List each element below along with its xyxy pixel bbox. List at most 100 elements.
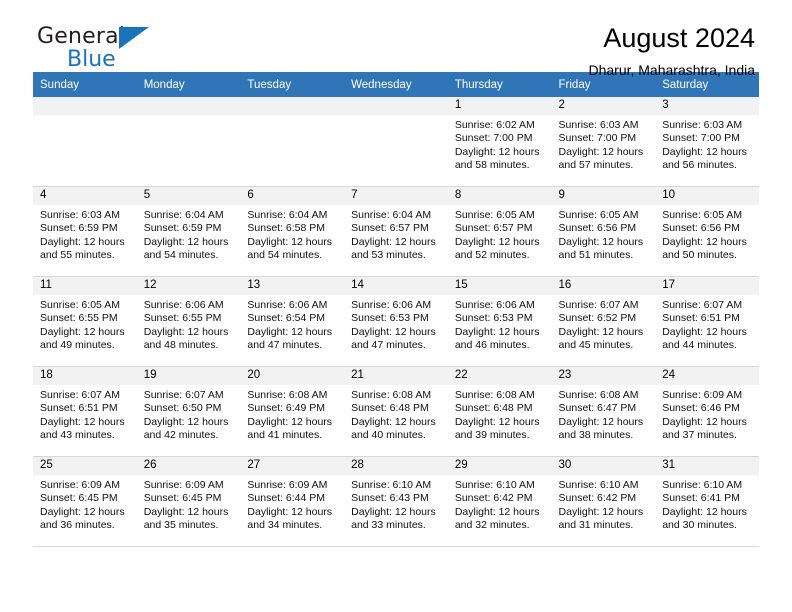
day-number [240, 97, 345, 115]
day-daylight-2-text: and 46 minutes. [454, 339, 530, 352]
day-daylight-2-text: and 37 minutes. [662, 429, 737, 442]
calendar-day-cell[interactable]: 15 Sunrise: 6:06 AM Sunset: 6:53 PM Dayligh… [447, 276, 552, 367]
day-sunrise-text: Sunrise: 6:07 AM [143, 389, 224, 401]
calendar-day-cell[interactable]: 23 Sunrise: 6:08 AM Sunset: 6:47 PM Dayligh… [551, 366, 656, 457]
calendar-day-cell[interactable]: 6 Sunrise: 6:04 AM Sunset: 6:58 PM Daylight… [240, 186, 345, 277]
day-sunrise-text: Sunrise: 6:10 AM [558, 479, 639, 491]
calendar-day-cell[interactable]: 14 Sunrise: 6:06 AM Sunset: 6:53 PM Dayligh… [344, 276, 448, 367]
calendar-day-cell[interactable]: 31 Sunrise: 6:10 AM Sunset: 6:41 PM Dayligh… [655, 456, 759, 547]
day-sunset-text: Sunset: 6:43 PM [351, 492, 429, 505]
calendar-cell-empty [240, 97, 345, 187]
day-sunrise-text: Sunrise: 6:10 AM [454, 479, 535, 491]
calendar-day-cell[interactable]: 11 Sunrise: 6:05 AM Sunset: 6:55 PM Dayligh… [33, 276, 137, 367]
day-sunrise-text: Sunrise: 6:07 AM [662, 299, 743, 311]
day-number: 18 [33, 367, 137, 385]
brand-name-general: General [37, 24, 126, 49]
day-sunset-text: Sunset: 6:51 PM [662, 312, 740, 325]
day-details: Sunrise: 6:06 AM Sunset: 6:53 PM Daylight:… [344, 295, 448, 353]
calendar-day-cell[interactable]: 25 Sunrise: 6:09 AM Sunset: 6:45 PM Dayligh… [33, 456, 137, 547]
day-daylight-2-text: and 30 minutes. [662, 519, 737, 532]
calendar-day-cell[interactable]: 18 Sunrise: 6:07 AM Sunset: 6:51 PM Dayligh… [33, 366, 137, 457]
calendar-day-cell[interactable]: 17 Sunrise: 6:07 AM Sunset: 6:51 PM Dayligh… [655, 276, 759, 367]
day-sunrise-text: Sunrise: 6:03 AM [662, 119, 743, 131]
day-daylight-1-text: Daylight: 12 hours [247, 505, 333, 518]
brand-logo[interactable]: General Blue [37, 26, 257, 76]
calendar-day-cell[interactable]: 22 Sunrise: 6:08 AM Sunset: 6:48 PM Dayligh… [447, 366, 552, 457]
day-daylight-2-text: and 50 minutes. [662, 249, 737, 262]
day-sunrise-text: Sunrise: 6:08 AM [454, 389, 535, 401]
day-number: 23 [551, 367, 656, 385]
day-sunset-text: Sunset: 6:49 PM [247, 402, 326, 415]
day-details: Sunrise: 6:04 AM Sunset: 6:58 PM Daylight:… [240, 205, 344, 263]
day-sunrise-text: Sunrise: 6:04 AM [351, 209, 432, 221]
calendar-day-cell[interactable]: 27 Sunrise: 6:09 AM Sunset: 6:44 PM Dayligh… [240, 456, 345, 547]
day-sunrise-text: Sunrise: 6:06 AM [143, 299, 224, 311]
day-daylight-1-text: Daylight: 12 hours [40, 415, 125, 428]
calendar-day-cell[interactable]: 5 Sunrise: 6:04 AM Sunset: 6:59 PM Daylight… [136, 186, 241, 277]
day-daylight-1-text: Daylight: 12 hours [351, 235, 436, 248]
calendar-day-cell[interactable]: 16 Sunrise: 6:07 AM Sunset: 6:52 PM Dayligh… [551, 276, 656, 367]
day-daylight-1-text: Daylight: 12 hours [351, 325, 436, 338]
day-details: Sunrise: 6:08 AM Sunset: 6:48 PM Daylight:… [344, 385, 448, 443]
calendar-day-cell[interactable]: 28 Sunrise: 6:10 AM Sunset: 6:43 PM Dayligh… [344, 456, 448, 547]
day-sunrise-text: Sunrise: 6:06 AM [351, 299, 432, 311]
day-sunrise-text: Sunrise: 6:03 AM [40, 209, 120, 221]
day-details: Sunrise: 6:10 AM Sunset: 6:42 PM Daylight:… [552, 475, 656, 533]
day-daylight-2-text: and 53 minutes. [351, 249, 426, 262]
calendar-day-cell[interactable]: 13 Sunrise: 6:06 AM Sunset: 6:54 PM Dayligh… [240, 276, 345, 367]
calendar-day-cell[interactable]: 10 Sunrise: 6:05 AM Sunset: 6:56 PM Dayligh… [655, 186, 759, 277]
day-details: Sunrise: 6:08 AM Sunset: 6:47 PM Daylight:… [552, 385, 656, 443]
day-details: Sunrise: 6:05 AM Sunset: 6:55 PM Daylight:… [33, 295, 137, 353]
day-number: 1 [447, 97, 552, 115]
day-daylight-1-text: Daylight: 12 hours [40, 325, 125, 338]
calendar-week-row: 25 Sunrise: 6:09 AM Sunset: 6:45 PM Dayligh… [33, 456, 759, 547]
day-details: Sunrise: 6:06 AM Sunset: 6:55 PM Daylight:… [137, 295, 241, 353]
calendar-day-cell[interactable]: 8 Sunrise: 6:05 AM Sunset: 6:57 PM Daylight… [447, 186, 552, 277]
day-sunrise-text: Sunrise: 6:05 AM [558, 209, 639, 221]
day-details: Sunrise: 6:08 AM Sunset: 6:49 PM Daylight:… [240, 385, 344, 443]
calendar-day-cell[interactable]: 3 Sunrise: 6:03 AM Sunset: 7:00 PM Daylight… [655, 97, 759, 187]
day-details: Sunrise: 6:04 AM Sunset: 6:59 PM Daylight:… [137, 205, 241, 263]
day-daylight-2-text: and 33 minutes. [351, 519, 426, 532]
calendar-day-cell[interactable]: 2 Sunrise: 6:03 AM Sunset: 7:00 PM Daylight… [551, 97, 656, 187]
day-sunset-text: Sunset: 6:54 PM [247, 312, 326, 325]
day-details: Sunrise: 6:02 AM Sunset: 7:00 PM Daylight:… [448, 115, 552, 173]
calendar-day-cell[interactable]: 4 Sunrise: 6:03 AM Sunset: 6:59 PM Daylight… [33, 186, 137, 277]
day-sunset-text: Sunset: 6:47 PM [558, 402, 637, 415]
brand-name-blue: Blue [67, 47, 116, 72]
day-number: 14 [344, 277, 448, 295]
day-daylight-2-text: and 54 minutes. [247, 249, 323, 262]
calendar-day-cell[interactable]: 21 Sunrise: 6:08 AM Sunset: 6:48 PM Dayligh… [344, 366, 448, 457]
day-daylight-1-text: Daylight: 12 hours [662, 145, 747, 158]
calendar-day-cell[interactable]: 9 Sunrise: 6:05 AM Sunset: 6:56 PM Daylight… [551, 186, 656, 277]
day-number [33, 97, 137, 115]
title-block: August 2024 Dharur, Maharashtra, India [588, 22, 755, 80]
day-daylight-2-text: and 56 minutes. [662, 159, 737, 172]
day-details: Sunrise: 6:09 AM Sunset: 6:44 PM Daylight:… [240, 475, 344, 533]
calendar-day-cell[interactable]: 19 Sunrise: 6:07 AM Sunset: 6:50 PM Dayligh… [136, 366, 241, 457]
calendar-day-cell[interactable]: 1 Sunrise: 6:02 AM Sunset: 7:00 PM Daylight… [447, 97, 552, 187]
day-daylight-1-text: Daylight: 12 hours [662, 505, 747, 518]
day-number [344, 97, 448, 115]
calendar-day-cell[interactable]: 12 Sunrise: 6:06 AM Sunset: 6:55 PM Dayligh… [136, 276, 241, 367]
day-daylight-2-text: and 48 minutes. [143, 339, 219, 352]
day-daylight-1-text: Daylight: 12 hours [247, 325, 333, 338]
day-sunrise-text: Sunrise: 6:09 AM [662, 389, 743, 401]
calendar-day-cell[interactable]: 24 Sunrise: 6:09 AM Sunset: 6:46 PM Dayligh… [655, 366, 759, 457]
day-number: 8 [447, 187, 552, 205]
calendar-day-cell[interactable]: 26 Sunrise: 6:09 AM Sunset: 6:45 PM Dayligh… [136, 456, 241, 547]
day-sunrise-text: Sunrise: 6:05 AM [454, 209, 535, 221]
day-sunset-text: Sunset: 6:48 PM [454, 402, 533, 415]
calendar-day-cell[interactable]: 7 Sunrise: 6:04 AM Sunset: 6:57 PM Daylight… [344, 186, 448, 277]
calendar-cell-empty [344, 97, 448, 187]
day-details: Sunrise: 6:10 AM Sunset: 6:41 PM Daylight:… [655, 475, 759, 533]
day-number [136, 97, 241, 115]
day-number: 31 [655, 457, 759, 475]
calendar-day-cell[interactable]: 29 Sunrise: 6:10 AM Sunset: 6:42 PM Dayligh… [447, 456, 552, 547]
calendar-day-cell[interactable]: 20 Sunrise: 6:08 AM Sunset: 6:49 PM Dayligh… [240, 366, 345, 457]
day-number: 9 [551, 187, 656, 205]
calendar-week-row: 1 Sunrise: 6:02 AM Sunset: 7:00 PM Daylight… [33, 97, 759, 187]
day-daylight-1-text: Daylight: 12 hours [558, 235, 644, 248]
calendar-day-cell[interactable]: 30 Sunrise: 6:10 AM Sunset: 6:42 PM Dayligh… [551, 456, 656, 547]
day-sunrise-text: Sunrise: 6:03 AM [558, 119, 639, 131]
